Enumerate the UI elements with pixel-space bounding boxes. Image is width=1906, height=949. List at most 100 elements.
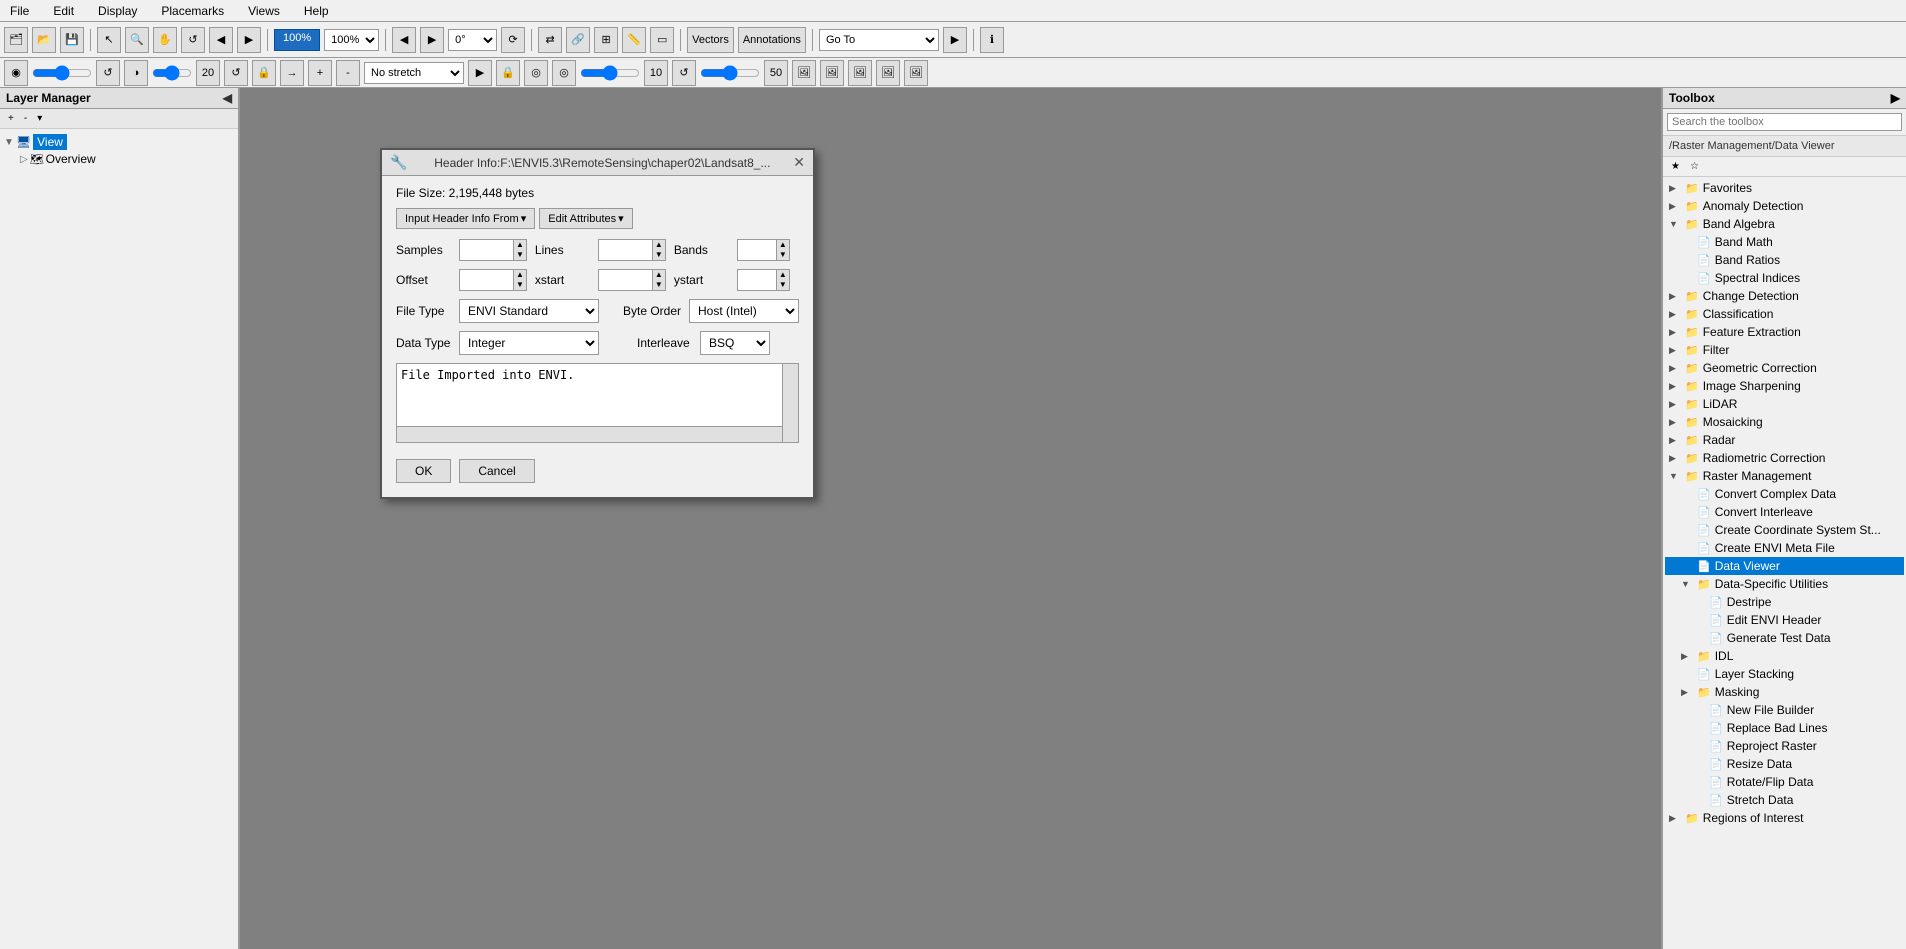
datatype-select[interactable]: Integer (459, 331, 599, 355)
t2-apply-stretch[interactable]: ▶ (468, 60, 492, 86)
toolbar-open-btn[interactable]: 📂 (32, 27, 56, 53)
toolbox-star-btn[interactable]: ☆ (1686, 159, 1703, 174)
lines-down[interactable]: ▼ (653, 250, 665, 260)
move-right-btn[interactable]: ▶ (420, 27, 444, 53)
toolbar-cursor-btn[interactable]: ↖ (97, 27, 121, 53)
layer-collapse-btn[interactable]: ▾ (33, 111, 46, 126)
sync-btn[interactable]: ⇄ (538, 27, 562, 53)
toolbox-item-31[interactable]: 📄 Reproject Raster (1665, 737, 1904, 755)
view-label[interactable]: View (33, 134, 67, 150)
measure-btn[interactable]: 📏 (622, 27, 646, 53)
tree-expand-icon[interactable]: ▼ 🖥 View (4, 133, 234, 151)
layer-remove-btn[interactable]: - (20, 111, 31, 126)
t2-c1[interactable]: ◎ (524, 60, 548, 86)
slider3[interactable] (700, 65, 760, 81)
offset-input[interactable]: 38 (459, 269, 514, 291)
t2-img4-btn[interactable]: 🖼 (876, 60, 900, 86)
menu-views[interactable]: Views (242, 2, 286, 20)
ystart-down[interactable]: ▼ (777, 280, 789, 290)
toolbar-new-btn[interactable]: 🗂 (4, 27, 28, 53)
bands-spinner[interactable]: 7 ▲ ▼ (737, 239, 790, 261)
toolbox-item-28[interactable]: ▶ 📁 Masking (1665, 683, 1904, 701)
t2-btn3[interactable]: ◑ (124, 60, 148, 86)
toolbar-zoom-btn[interactable]: 🔍 (125, 27, 149, 53)
menu-edit[interactable]: Edit (47, 2, 80, 20)
t2-arrow-btn[interactable]: → (280, 60, 304, 86)
info-btn[interactable]: ℹ (980, 27, 1004, 53)
t2-img3-btn[interactable]: 🖼 (848, 60, 872, 86)
samples-spinner[interactable]: 395 ▲ ▼ (459, 239, 527, 261)
toolbox-item-26[interactable]: ▶ 📁 IDL (1665, 647, 1904, 665)
t2-plus-btn[interactable]: + (308, 60, 332, 86)
toolbox-item-25[interactable]: 📄 Generate Test Data (1665, 629, 1904, 647)
byteorder-select[interactable]: Host (Intel) (689, 299, 799, 323)
toolbox-item-27[interactable]: 📄 Layer Stacking (1665, 665, 1904, 683)
toolbar-save-btn[interactable]: 💾 (60, 27, 84, 53)
goto-btn[interactable]: ▶ (943, 27, 967, 53)
toolbox-item-6[interactable]: ▶ 📁 Change Detection (1665, 287, 1904, 305)
toolbox-item-23[interactable]: 📄 Destripe (1665, 593, 1904, 611)
toolbox-item-19[interactable]: 📄 Create Coordinate System St... (1665, 521, 1904, 539)
bands-down[interactable]: ▼ (777, 250, 789, 260)
toolbox-item-21[interactable]: 📄 Data Viewer (1665, 557, 1904, 575)
toolbox-favorites-btn[interactable]: ★ (1667, 159, 1684, 174)
ystart-spinner[interactable]: 1 ▲ ▼ (737, 269, 790, 291)
toolbox-item-5[interactable]: 📄 Spectral Indices (1665, 269, 1904, 287)
toolbox-item-12[interactable]: ▶ 📁 LiDAR (1665, 395, 1904, 413)
t2-img5-btn[interactable]: 🖼 (904, 60, 928, 86)
t2-img2-btn[interactable]: 🖼 (820, 60, 844, 86)
stretch-select[interactable]: No stretch Linear Gaussian (364, 62, 464, 84)
toolbox-item-20[interactable]: 📄 Create ENVI Meta File (1665, 539, 1904, 557)
vectors-btn[interactable]: Vectors (687, 27, 734, 53)
toolbox-item-11[interactable]: ▶ 📁 Image Sharpening (1665, 377, 1904, 395)
toolbar-rotate-btn[interactable]: ↺ (181, 27, 205, 53)
angle-select[interactable]: 0° 90° 180° 270° (448, 29, 497, 51)
samples-down[interactable]: ▼ (514, 250, 526, 260)
toolbox-item-22[interactable]: ▼ 📁 Data-Specific Utilities (1665, 575, 1904, 593)
toolbox-item-18[interactable]: 📄 Convert Interleave (1665, 503, 1904, 521)
brightness-slider[interactable] (32, 65, 92, 81)
toolbox-item-14[interactable]: ▶ 📁 Radar (1665, 431, 1904, 449)
opacity-slider[interactable] (580, 65, 640, 81)
toolbox-item-15[interactable]: ▶ 📁 Radiometric Correction (1665, 449, 1904, 467)
t2-btn1[interactable]: ◉ (4, 60, 28, 86)
t2-img1-btn[interactable]: 🖼 (792, 60, 816, 86)
select-btn[interactable]: ▭ (650, 27, 674, 53)
offset-down[interactable]: ▼ (514, 280, 526, 290)
toolbox-item-13[interactable]: ▶ 📁 Mosaicking (1665, 413, 1904, 431)
toolbox-item-34[interactable]: 📄 Stretch Data (1665, 791, 1904, 809)
samples-up[interactable]: ▲ (514, 240, 526, 250)
xstart-input[interactable]: 1 (598, 269, 653, 291)
toolbox-item-4[interactable]: 📄 Band Ratios (1665, 251, 1904, 269)
rotate-apply-btn[interactable]: ⟳ (501, 27, 525, 53)
interleave-select[interactable]: BSQ BIL BIP (700, 331, 770, 355)
toolbox-item-35[interactable]: ▶ 📁 Regions of Interest (1665, 809, 1904, 827)
toolbox-search-input[interactable] (1667, 113, 1902, 131)
toolbox-item-29[interactable]: 📄 New File Builder (1665, 701, 1904, 719)
grid-btn[interactable]: ⊞ (594, 27, 618, 53)
filetype-select[interactable]: ENVI Standard (459, 299, 599, 323)
t2-refresh1[interactable]: ↺ (224, 60, 248, 86)
t2-lock-btn[interactable]: 🔒 (252, 60, 276, 86)
overview-item[interactable]: ▷ 🗺 Overview (4, 151, 234, 167)
toolbox-item-8[interactable]: ▶ 📁 Feature Extraction (1665, 323, 1904, 341)
t2-c2[interactable]: ◎ (552, 60, 576, 86)
toolbar-back-btn[interactable]: ◀ (209, 27, 233, 53)
ystart-up[interactable]: ▲ (777, 270, 789, 280)
layer-add-btn[interactable]: + (4, 111, 18, 126)
toolbox-item-10[interactable]: ▶ 📁 Geometric Correction (1665, 359, 1904, 377)
description-vscrollbar[interactable] (782, 364, 798, 442)
offset-up[interactable]: ▲ (514, 270, 526, 280)
toolbar-pan-btn[interactable]: ✋ (153, 27, 177, 53)
bands-up[interactable]: ▲ (777, 240, 789, 250)
bands-input[interactable]: 7 (737, 239, 777, 261)
zoom-select[interactable]: 100% 50% 200% (324, 29, 379, 51)
dialog-close-btn[interactable]: ✕ (793, 154, 805, 171)
t2-minus-btn[interactable]: - (336, 60, 360, 86)
samples-input[interactable]: 395 (459, 239, 514, 261)
move-left-btn[interactable]: ◀ (392, 27, 416, 53)
layer-manager-collapse-icon[interactable]: ◀ (223, 91, 232, 105)
toolbox-item-3[interactable]: 📄 Band Math (1665, 233, 1904, 251)
ystart-input[interactable]: 1 (737, 269, 777, 291)
toolbar-fwd-btn[interactable]: ▶ (237, 27, 261, 53)
